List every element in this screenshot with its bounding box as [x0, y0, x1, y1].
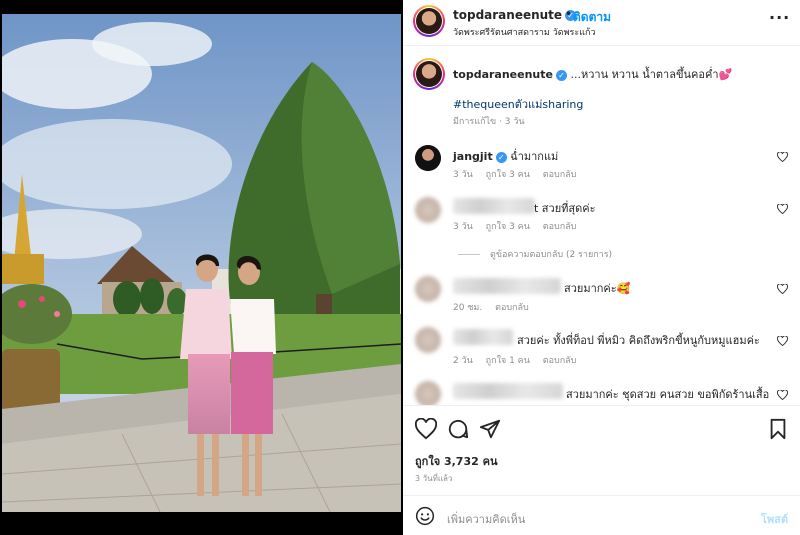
comment-like-heart-icon[interactable]: [777, 204, 788, 214]
post-detail-panel: topdaraneenute ✓ • ติดตาม วัดพระศรีรัตนศา…: [403, 0, 800, 535]
caption-username[interactable]: topdaraneenute: [453, 68, 553, 81]
post-comment-button[interactable]: โพสต์: [761, 510, 788, 528]
caption-text: ...หวาน หวาน น้ำตาลขึ้นคอค่ำ💕: [570, 68, 733, 81]
post-photo[interactable]: [2, 14, 401, 516]
like-heart-icon[interactable]: [415, 418, 437, 440]
commenter-avatar[interactable]: [415, 327, 441, 353]
comment-meta: 20 ชม. ตอบกลับ: [453, 300, 539, 314]
comment-text: สวยค่ะ ทั้งพี่ท็อป พี่หมิว คิดถึงพริกขี้…: [517, 334, 760, 347]
commenter-avatar[interactable]: [415, 197, 441, 223]
post-location[interactable]: วัดพระศรีรัตนศาสดาราม วัดพระแก้ว: [453, 25, 596, 39]
reply-button[interactable]: ตอบกลับ: [543, 356, 577, 366]
comment-bubble-icon[interactable]: [447, 418, 469, 440]
commenter-avatar[interactable]: [415, 145, 441, 171]
redacted-username: [453, 278, 561, 294]
likes-count[interactable]: ถูกใจ 3,732 คน: [415, 452, 497, 470]
share-send-icon[interactable]: [479, 418, 501, 440]
comment-meta: 2 วัน ถูกใจ 1 คน ตอบกลับ: [453, 353, 586, 367]
redacted-username: [453, 198, 535, 214]
emoji-smiley-icon[interactable]: [415, 506, 435, 526]
commenter-avatar[interactable]: [415, 276, 441, 302]
verified-badge-icon: ✓: [555, 69, 567, 81]
comment-composer: เพิ่มความคิดเห็น โพสต์: [403, 495, 800, 535]
comment-meta: 3 วัน ถูกใจ 3 คน ตอบกลับ: [453, 167, 586, 181]
view-replies-button[interactable]: ดูข้อความตอบกลับ (2 รายการ): [458, 247, 612, 261]
more-horizontal-icon[interactable]: ···: [769, 8, 790, 27]
caption-meta: มีการแก้ไข · 3 วัน: [453, 117, 525, 127]
comment-time: 3 วัน: [453, 222, 473, 232]
author-avatar[interactable]: [413, 5, 445, 37]
post-header: topdaraneenute ✓ • ติดตาม วัดพระศรีรัตนศา…: [403, 0, 800, 46]
reply-button[interactable]: ตอบกลับ: [495, 303, 529, 313]
redacted-username: [453, 329, 513, 345]
comment-like-heart-icon[interactable]: [777, 152, 788, 162]
author-username[interactable]: topdaraneenute ✓: [453, 8, 577, 22]
caption-hashtag[interactable]: #thequeenตัวแม่sharing: [453, 95, 583, 113]
comment-like-heart-icon[interactable]: [777, 284, 788, 294]
comment-username[interactable]: jangjit: [453, 150, 493, 163]
comment-time: 3 วัน: [453, 170, 473, 180]
comment-time: 2 วัน: [453, 356, 473, 366]
comment-text: สวยมากค่ะ🥰: [564, 282, 631, 295]
comment-text: t สวยที่สุดค่ะ: [534, 202, 596, 215]
commenter-avatar[interactable]: [415, 381, 441, 405]
bookmark-icon[interactable]: [767, 418, 789, 440]
comment-like-heart-icon[interactable]: [777, 336, 788, 346]
comment-likes[interactable]: ถูกใจ 3 คน: [486, 170, 530, 180]
comment-line: jangjit ✓ ฉ่ำมากแม่: [453, 147, 558, 165]
comment-likes[interactable]: ถูกใจ 3 คน: [486, 222, 530, 232]
comment-like-heart-icon[interactable]: [777, 390, 788, 400]
post-date: 3 วันที่แล้ว: [415, 474, 453, 483]
comment-text: สวยมากค่ะ ชุดสวย คนสวย ขอพิกัดร้านเสื้อ: [566, 388, 770, 401]
verified-badge-icon: ✓: [495, 151, 507, 163]
caption-avatar[interactable]: [413, 58, 445, 90]
instagram-post-modal: topdaraneenute ✓ • ติดตาม วัดพระศรีรัตนศา…: [0, 0, 800, 535]
redacted-username: [453, 383, 563, 399]
comment-text: ฉ่ำมากแม่: [510, 150, 559, 163]
reply-button[interactable]: ตอบกลับ: [543, 222, 577, 232]
caption-line: topdaraneenute ✓ ...หวาน หวาน น้ำตาลขึ้นค…: [453, 65, 732, 83]
separator-dot: •: [565, 7, 573, 21]
post-actions-bar: ถูกใจ 3,732 คน 3 วันที่แล้ว: [403, 405, 800, 495]
comment-time: 20 ชม.: [453, 303, 483, 313]
comment-meta: 3 วัน ถูกใจ 3 คน ตอบกลับ: [453, 219, 586, 233]
comment-input[interactable]: เพิ่มความคิดเห็น: [447, 510, 525, 528]
temple-photo-illustration: [2, 14, 401, 516]
reply-button[interactable]: ตอบกลับ: [543, 170, 577, 180]
comments-list[interactable]: topdaraneenute ✓ ...หวาน หวาน น้ำตาลขึ้นค…: [403, 47, 800, 405]
comment-likes[interactable]: ถูกใจ 1 คน: [486, 356, 530, 366]
